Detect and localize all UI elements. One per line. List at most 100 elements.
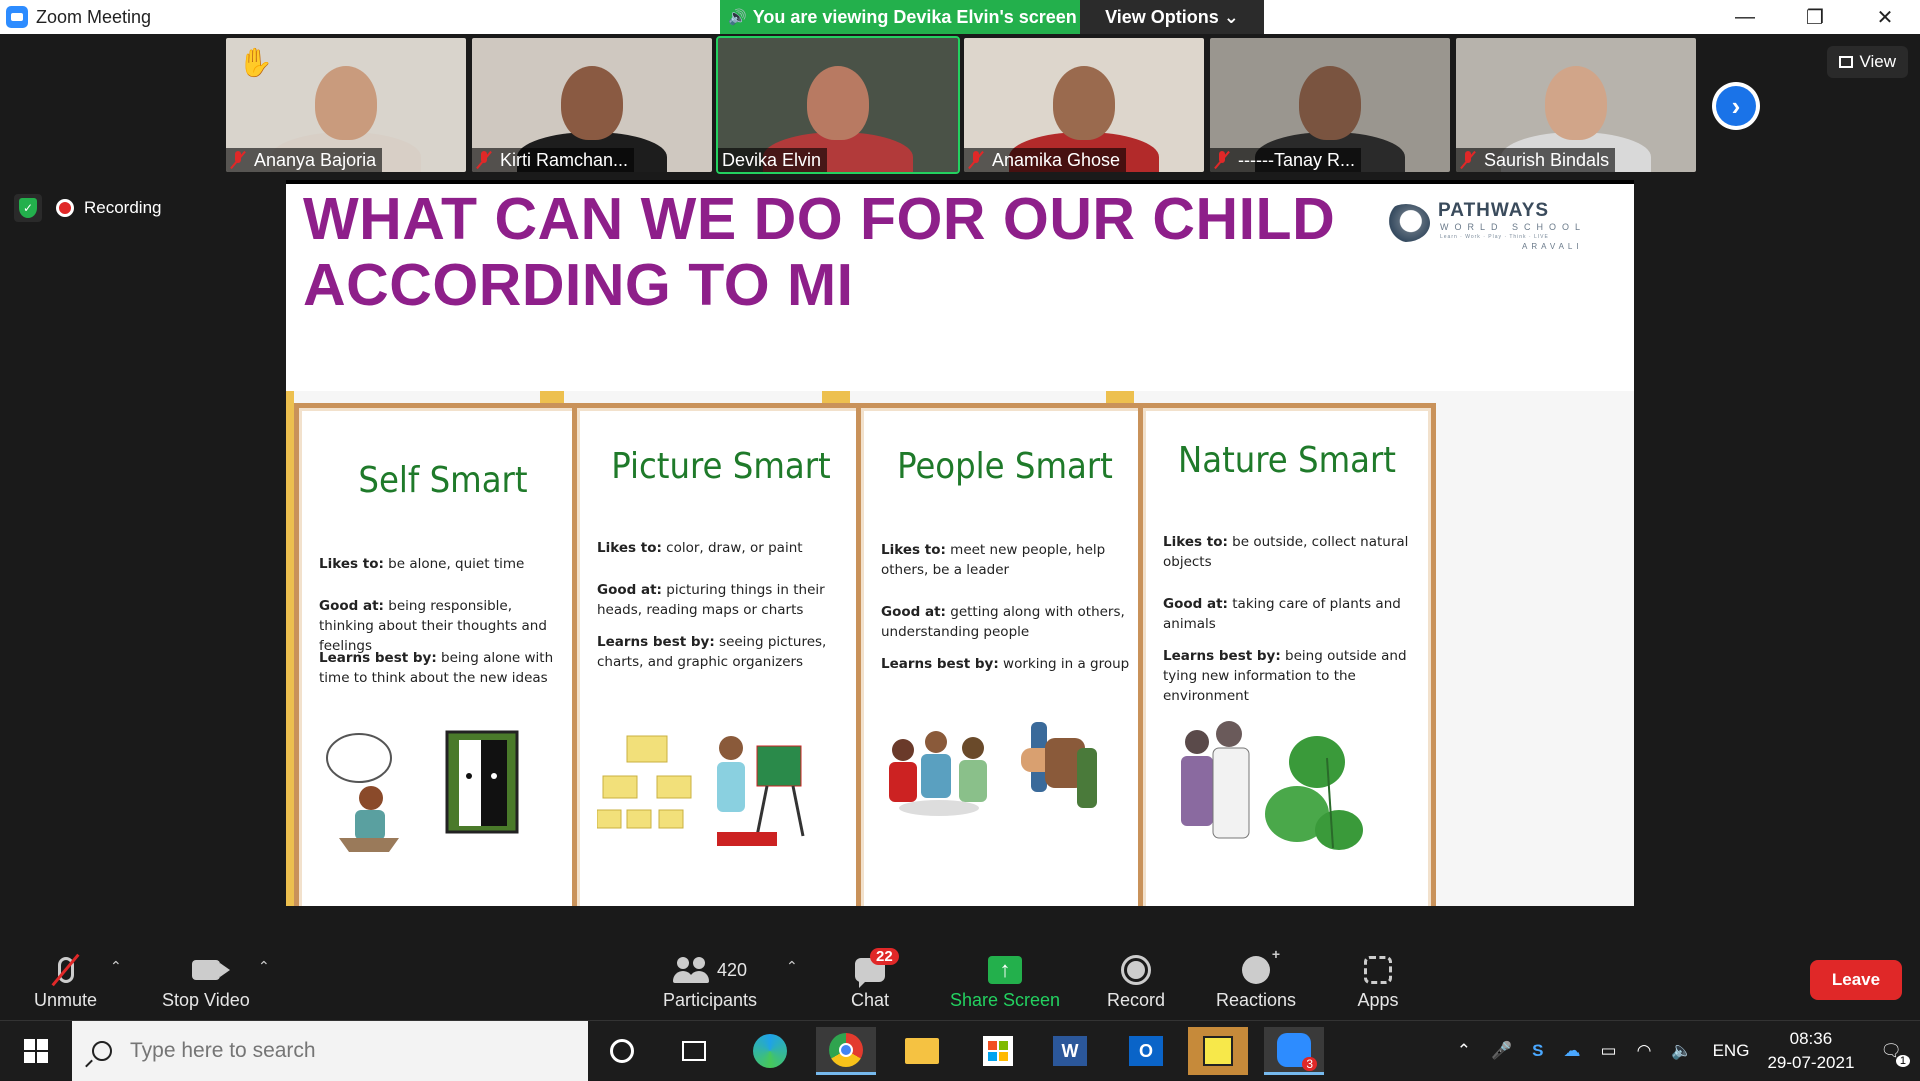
- edge-taskbar-button[interactable]: [740, 1027, 800, 1075]
- participant-tile[interactable]: Devika Elvin: [716, 36, 960, 174]
- onedrive-cloud-icon[interactable]: ☁: [1564, 1041, 1581, 1061]
- participant-name: ------Tanay R...: [1238, 149, 1355, 170]
- card-good: Good at: getting along with others, unde…: [881, 604, 1125, 640]
- share-screen-button[interactable]: ↑ Share Screen: [950, 950, 1060, 1011]
- participant-namebar: Saurish Bindals: [1456, 148, 1616, 172]
- participants-button[interactable]: 420 Participants: [662, 950, 758, 1011]
- clock-time: 08:36: [1789, 1029, 1833, 1048]
- participant-namebar: ------Tanay R...: [1210, 148, 1361, 172]
- mi-cards: Self Smart Likes to: be alone, quiet tim…: [286, 391, 1634, 906]
- view-options-button[interactable]: View Options ⌄: [1080, 0, 1264, 34]
- speaker-icon: 🔊: [728, 9, 747, 26]
- close-button[interactable]: ✕: [1850, 0, 1920, 34]
- skype-tray-icon[interactable]: S: [1532, 1041, 1543, 1061]
- view-layout-button[interactable]: View: [1827, 46, 1908, 78]
- pathways-logo: PATHWAYS WORLD SCHOOL Learn · Work · Pla…: [1382, 200, 1602, 258]
- participants-options-caret[interactable]: ⌃: [786, 958, 798, 975]
- store-taskbar-button[interactable]: [968, 1027, 1028, 1075]
- windows-taskbar: W O 3 ⌃ 🎤 S ☁ ▭ ◠ 🔈 ENG 08:36 29-07-2021…: [0, 1020, 1920, 1081]
- participant-name: Ananya Bajoria: [254, 149, 377, 170]
- taskbar-search[interactable]: [72, 1021, 588, 1081]
- start-button[interactable]: [0, 1021, 72, 1081]
- recording-label: Recording: [84, 198, 162, 217]
- next-page-button[interactable]: ›: [1712, 82, 1760, 130]
- record-button[interactable]: Record: [1106, 950, 1166, 1011]
- chart-and-painter-illustration: [597, 735, 805, 846]
- clock-date: 29-07-2021: [1767, 1053, 1855, 1072]
- stop-video-button[interactable]: Stop Video: [162, 950, 250, 1011]
- vet-and-leaves-illustration: [1181, 721, 1363, 850]
- taskbar-search-input[interactable]: [130, 1039, 530, 1063]
- window-controls: — ❐ ✕: [1710, 0, 1920, 34]
- edge-icon: [753, 1034, 787, 1068]
- participant-name: Saurish Bindals: [1484, 149, 1610, 170]
- card-picture-smart: Picture Smart Likes to: color, draw, or …: [572, 403, 870, 906]
- file-explorer-taskbar-button[interactable]: [892, 1027, 952, 1075]
- card-likes: Likes to: be outside, collect natural ob…: [1163, 534, 1409, 570]
- reactions-button[interactable]: Reactions: [1216, 946, 1297, 1011]
- leave-button[interactable]: Leave: [1810, 960, 1902, 1000]
- participant-video-face: [807, 66, 869, 140]
- stripe: [286, 391, 294, 906]
- sticky-notes-taskbar-button[interactable]: [1188, 1027, 1248, 1075]
- card-title: Nature Smart: [1178, 440, 1396, 481]
- outlook-taskbar-button[interactable]: O: [1116, 1027, 1176, 1075]
- slide-title: WHAT CAN WE DO FOR OUR CHILD ACCORDING T…: [303, 186, 1403, 318]
- apps-label: Apps: [1357, 990, 1399, 1010]
- task-view-button[interactable]: [664, 1027, 724, 1075]
- zoom-icon: 3: [1277, 1032, 1317, 1071]
- microphone-tray-icon[interactable]: 🎤: [1491, 1041, 1512, 1061]
- participant-tile[interactable]: Kirti Ramchan...: [472, 38, 712, 172]
- volume-icon[interactable]: 🔈: [1671, 1041, 1692, 1061]
- taskbar-clock[interactable]: 08:36 29-07-2021: [1767, 1027, 1854, 1075]
- security-shield-icon[interactable]: ✓: [14, 194, 42, 222]
- battery-icon[interactable]: ▭: [1601, 1041, 1617, 1061]
- thinking-child-illustration: [326, 730, 519, 852]
- participants-icon: [672, 957, 709, 983]
- card-title: Picture Smart: [611, 446, 831, 487]
- notifications-button[interactable]: 🗨 1: [1880, 1041, 1910, 1067]
- unmute-label: Unmute: [34, 990, 98, 1010]
- participant-tile[interactable]: Anamika Ghose: [964, 38, 1204, 172]
- chat-badge: 22: [870, 948, 899, 965]
- chrome-icon: [829, 1032, 863, 1067]
- logo-campus: ARAVALI: [1522, 242, 1583, 251]
- chat-button[interactable]: 22 Chat: [848, 948, 899, 1011]
- audio-options-caret[interactable]: ⌃: [110, 958, 122, 975]
- minimize-button[interactable]: —: [1710, 0, 1780, 34]
- restore-button[interactable]: ❐: [1780, 0, 1850, 34]
- participant-namebar: Kirti Ramchan...: [472, 148, 635, 172]
- camera-icon: [191, 960, 230, 980]
- grid-icon: [1839, 56, 1854, 68]
- unmute-button[interactable]: Unmute: [34, 950, 97, 1011]
- reactions-label: Reactions: [1216, 990, 1297, 1010]
- video-options-caret[interactable]: ⌃: [258, 958, 270, 975]
- cortana-icon: [610, 1039, 634, 1063]
- store-icon: [983, 1036, 1013, 1066]
- tray-overflow-icon[interactable]: ⌃: [1457, 1041, 1471, 1061]
- participant-tile[interactable]: Saurish Bindals: [1456, 38, 1696, 172]
- logo-sub: WORLD SCHOOL: [1440, 222, 1587, 232]
- card-good: Good at: picturing things in their heads…: [597, 582, 825, 618]
- word-taskbar-button[interactable]: W: [1040, 1027, 1100, 1075]
- wifi-icon[interactable]: ◠: [1637, 1041, 1652, 1061]
- participant-strip: ✋ Ananya Bajoria Kirti Ramchan... Devika El…: [226, 36, 1696, 174]
- task-view-icon: [682, 1041, 706, 1061]
- zoom-taskbar-button[interactable]: 3: [1264, 1027, 1324, 1075]
- muted-mic-icon: [968, 151, 984, 169]
- apps-button[interactable]: Apps: [1356, 950, 1400, 1011]
- language-indicator[interactable]: ENG: [1713, 1041, 1750, 1061]
- muted-mic-icon: [1460, 151, 1476, 169]
- logo-tagline: Learn · Work · Play · Think · LIVE: [1440, 234, 1549, 240]
- chat-label: Chat: [850, 990, 890, 1010]
- shared-slide: WHAT CAN WE DO FOR OUR CHILD ACCORDING T…: [286, 184, 1634, 906]
- logo-brand: PATHWAYS: [1438, 200, 1550, 221]
- chrome-taskbar-button[interactable]: [816, 1027, 876, 1075]
- participant-tile[interactable]: ------Tanay R...: [1210, 38, 1450, 172]
- record-label: Record: [1106, 990, 1166, 1010]
- cortana-button[interactable]: [592, 1027, 652, 1075]
- participant-tile[interactable]: ✋ Ananya Bajoria: [226, 38, 466, 172]
- participant-namebar: Anamika Ghose: [964, 148, 1127, 172]
- muted-mic-icon: [230, 151, 246, 169]
- card-likes: Likes to: color, draw, or paint: [597, 540, 803, 556]
